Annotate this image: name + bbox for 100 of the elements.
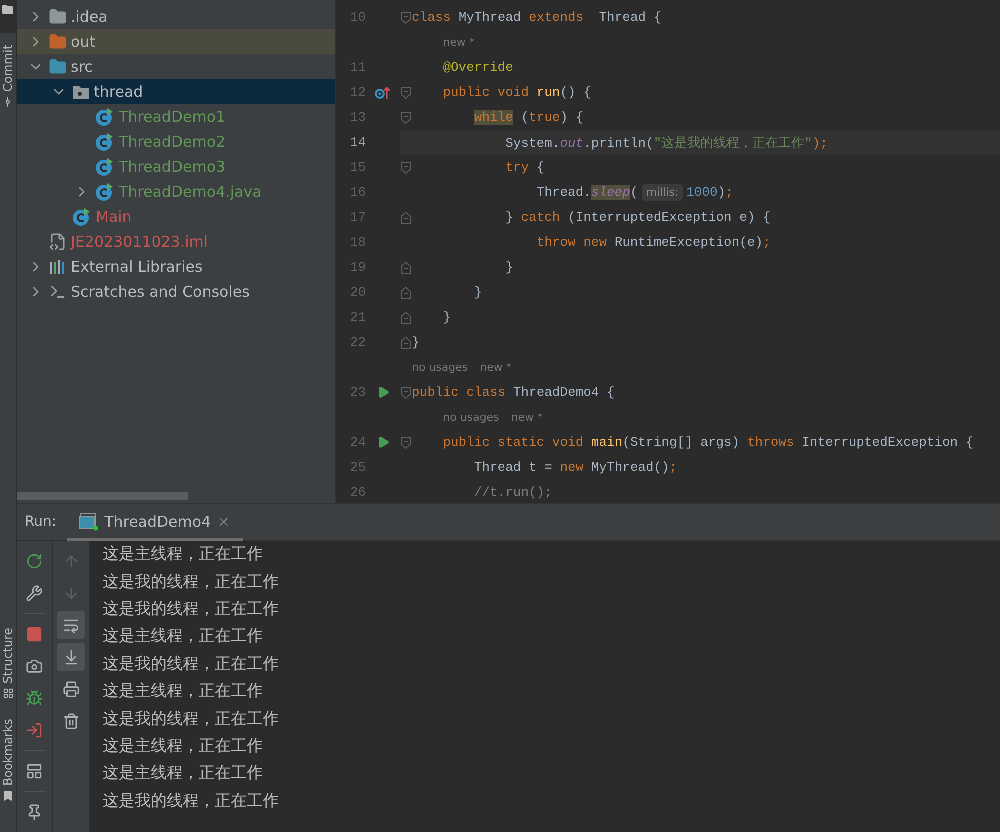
line-number: 12	[349, 85, 366, 100]
line-number: 22	[349, 335, 366, 350]
class-icon	[72, 206, 92, 226]
fold-icon[interactable]	[401, 86, 411, 98]
fold-icon[interactable]	[401, 12, 411, 24]
code-line: Thread t = new MyThread();	[474, 460, 678, 475]
console-line: 这是我的线程，正在工作	[103, 790, 279, 812]
console-line: 这是主线程，正在工作	[103, 681, 263, 702]
fold-icon[interactable]	[401, 336, 411, 348]
folder-icon	[49, 58, 67, 76]
tree-item[interactable]: Main	[17, 204, 335, 229]
fold-icon[interactable]	[401, 286, 411, 298]
tree-item[interactable]: thread	[17, 79, 335, 104]
code-line: public void run() {	[443, 85, 592, 100]
line-number: 19	[349, 260, 366, 275]
file-icon	[49, 232, 67, 250]
class-icon	[95, 132, 115, 152]
code-hint[interactable]: new *	[443, 36, 475, 49]
fold-icon[interactable]	[401, 262, 411, 274]
code-hint[interactable]: new *	[511, 411, 544, 424]
line-number: 24	[349, 435, 366, 450]
fold-icon[interactable]	[401, 312, 411, 324]
line-number: 16	[349, 185, 366, 200]
code-line: Thread.sleep( millis: 1000);	[536, 185, 734, 200]
fold-icon[interactable]	[401, 112, 411, 124]
code-line: }	[412, 335, 420, 350]
fold-icon[interactable]	[401, 162, 411, 174]
exit-icon	[26, 722, 43, 738]
class-icon	[95, 156, 115, 176]
console-line: 这是主线程，正在工作	[103, 626, 263, 648]
line-number: 26	[349, 485, 366, 500]
tree-item[interactable]: Scratches and Consoles	[17, 279, 335, 304]
line-number: 10	[349, 10, 366, 25]
code-line: @Override	[443, 60, 514, 75]
fold-icon[interactable]	[401, 436, 411, 448]
code-line: class MyThread extends Thread {	[412, 10, 662, 25]
bookmark-icon	[2, 790, 14, 802]
code-line: public class ThreadDemo4 {	[412, 385, 615, 400]
code-line: } catch (InterruptedException e) {	[506, 210, 771, 225]
panel-title: Run:	[25, 514, 57, 530]
code-hint[interactable]: no usages	[443, 411, 500, 424]
scrollbar-thumb[interactable]	[17, 492, 188, 500]
console-line: 这是主线程，正在工作	[103, 736, 263, 757]
tree-item[interactable]: JE2023011023.iml	[17, 229, 335, 254]
tree-item[interactable]: .idea	[17, 4, 335, 29]
run-icon[interactable]	[376, 436, 390, 449]
code-line: System.out.println("这是我的线程，正在工作");	[506, 134, 828, 152]
override-icon[interactable]	[375, 86, 391, 100]
code-line: throw new RuntimeException(e);	[536, 235, 771, 250]
line-number: 23	[349, 385, 366, 400]
tool-window-button[interactable]: Commit	[1, 45, 15, 92]
code-hint[interactable]: new *	[480, 361, 512, 374]
tree-item[interactable]: ThreadDemo4.java	[17, 179, 335, 204]
console-line: 这是主线程，正在工作	[103, 544, 263, 566]
bug-icon	[26, 690, 43, 706]
line-number: 25	[349, 460, 366, 475]
line-number: 15	[349, 160, 366, 175]
class-icon	[95, 182, 115, 202]
tree-item[interactable]: src	[17, 54, 335, 79]
tree-item[interactable]: ThreadDemo3	[17, 154, 335, 179]
tool-window-button[interactable]: Structure	[1, 628, 15, 684]
structure-icon	[2, 688, 14, 699]
package-folder-icon	[72, 84, 90, 100]
tree-item[interactable]: ThreadDemo2	[17, 129, 335, 154]
console-line: 这是我的线程，正在工作	[103, 598, 279, 620]
code-line: //t.run();	[474, 485, 552, 500]
stop-icon	[26, 626, 43, 642]
printer-icon	[62, 680, 80, 698]
library-icon	[49, 258, 67, 274]
layout-icon	[26, 762, 43, 780]
line-number: 18	[349, 235, 366, 250]
line-number: 14	[349, 135, 366, 150]
trash-icon	[62, 712, 80, 730]
folder-icon[interactable]	[2, 4, 14, 16]
code-line: try {	[506, 160, 545, 175]
console-window-icon	[78, 513, 99, 531]
toolbar-button[interactable]	[57, 611, 85, 639]
line-number: 13	[349, 110, 366, 125]
code-line: while (true) {	[474, 110, 584, 125]
pin-icon	[26, 804, 43, 820]
code-line: }	[443, 310, 451, 325]
code-line: }	[474, 285, 482, 300]
console-line: 这是我的线程，正在工作	[103, 708, 279, 730]
line-number: 21	[349, 310, 366, 325]
line-number: 17	[349, 210, 366, 225]
toolbar-button[interactable]	[57, 643, 85, 671]
folder-icon	[49, 8, 67, 26]
folder-icon	[49, 32, 67, 50]
code-line: public static void main(String[] args) throws InterruptedException {	[443, 435, 974, 450]
tree-item[interactable]: External Libraries	[17, 254, 335, 279]
tree-item[interactable]: ThreadDemo1	[17, 104, 335, 129]
tool-window-button[interactable]: Bookmarks	[1, 718, 15, 786]
fold-icon[interactable]	[401, 386, 411, 398]
line-number: 11	[349, 60, 366, 75]
fold-icon[interactable]	[401, 212, 411, 224]
run-icon[interactable]	[376, 386, 390, 399]
wrench-icon	[26, 584, 43, 602]
console-line: 这是主线程，正在工作	[103, 763, 263, 784]
code-hint[interactable]: no usages	[412, 361, 468, 374]
tree-item[interactable]: out	[17, 29, 335, 54]
